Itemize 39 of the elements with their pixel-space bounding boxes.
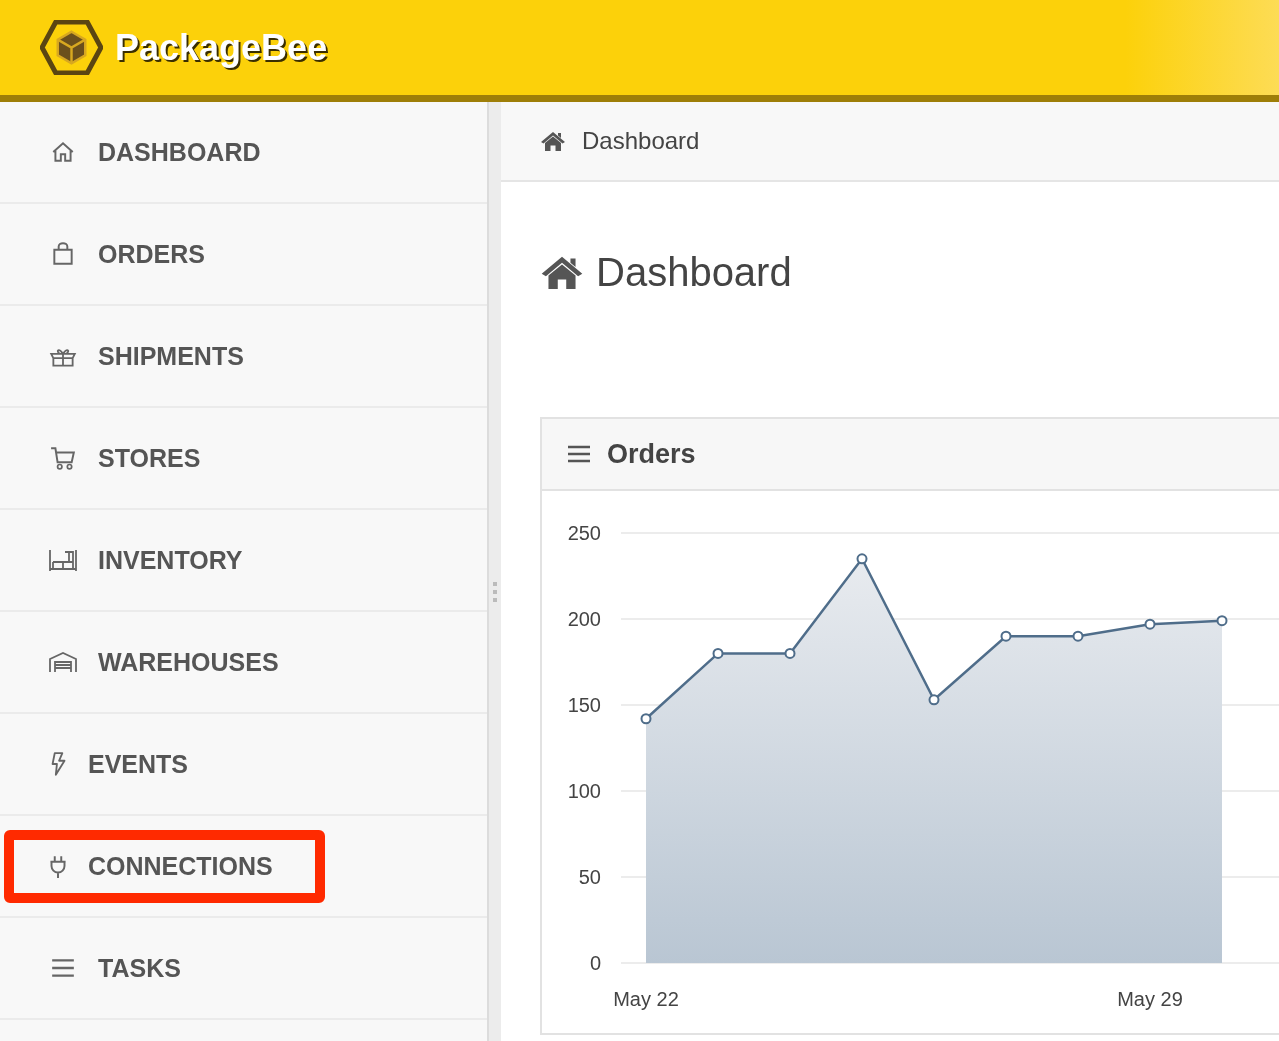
sidebar-item[interactable]: ORDERS (4, 217, 257, 291)
y-axis-label: 250 (567, 522, 601, 544)
data-point (1072, 630, 1084, 642)
data-point (928, 694, 940, 706)
sidebar-item[interactable]: INVENTORY (4, 523, 295, 597)
cart-icon (48, 445, 78, 471)
data-point (1216, 615, 1228, 627)
y-axis-label: 200 (567, 608, 601, 630)
y-axis-label: 50 (578, 866, 601, 888)
sidebar-item[interactable]: STORES (4, 421, 253, 495)
sidebar-item[interactable]: TASKS (4, 931, 233, 1005)
sidebar-item[interactable]: SHIPMENTS (4, 319, 296, 393)
data-point (712, 647, 724, 659)
data-point (784, 647, 796, 659)
y-axis-label: 100 (567, 780, 601, 802)
sidebar-item[interactable]: EVENTS (4, 727, 241, 801)
y-axis-label: 0 (589, 952, 601, 974)
x-axis-label: May 29 (1117, 988, 1183, 1010)
card-title: Orders (607, 438, 696, 470)
data-point (856, 553, 868, 565)
data-point (640, 713, 652, 725)
warehouse-icon (48, 649, 78, 675)
hexagon-cube-logo-icon (40, 20, 103, 75)
menu-icon (567, 444, 591, 464)
resize-handle[interactable] (487, 102, 501, 1041)
grip-dots-icon (493, 581, 497, 602)
y-axis-label: 150 (567, 694, 601, 716)
shelves-icon (48, 547, 78, 573)
sidebar-item[interactable]: DASHBOARD (4, 115, 313, 189)
sidebar-item[interactable]: CONNECTIONS (4, 829, 325, 903)
x-axis-label: May 22 (613, 988, 679, 1010)
page-title: Dashboard (596, 249, 792, 295)
plug-icon (48, 853, 68, 879)
breadcrumb-link[interactable]: Dashboard (582, 127, 700, 155)
sidebar-item[interactable]: WAREHOUSES (4, 625, 331, 699)
data-point (1144, 618, 1156, 630)
app-name: PackageBee (115, 26, 328, 69)
data-point (1000, 630, 1012, 642)
home-icon (540, 130, 566, 152)
